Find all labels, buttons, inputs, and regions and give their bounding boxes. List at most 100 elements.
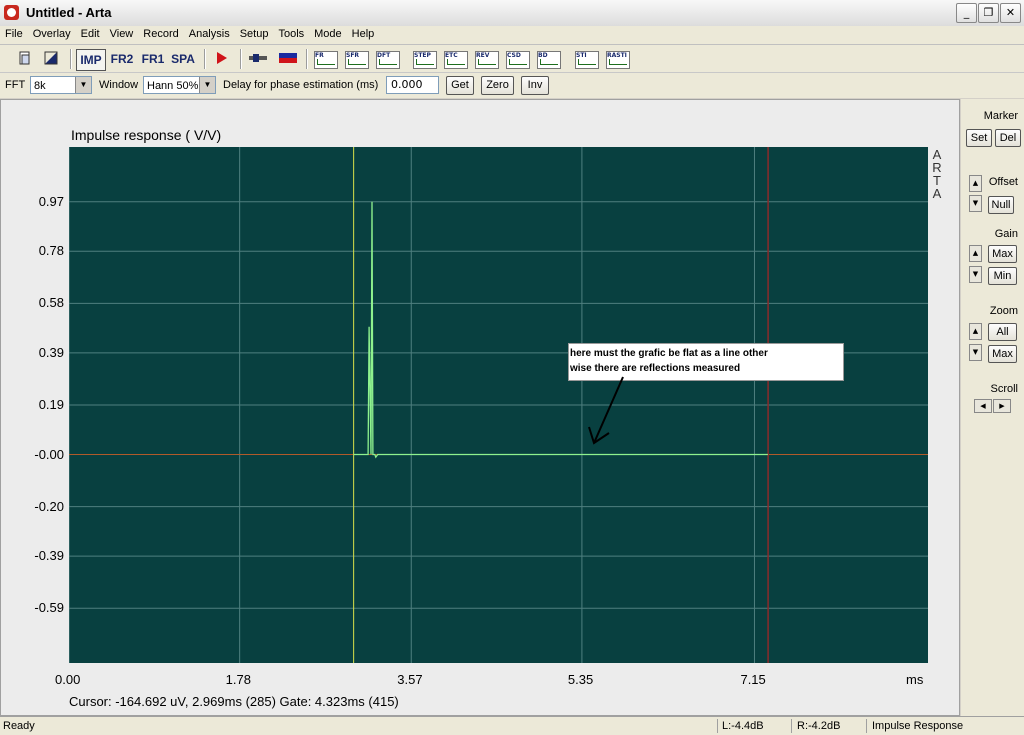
chevron-down-icon[interactable]: ▼: [199, 77, 215, 93]
analysis-settings-bar: FFT 8k ▼ Window Hann 50% ▼ Delay for pha…: [0, 73, 1024, 98]
y-tick-label: 0.97: [38, 193, 64, 209]
menu-view[interactable]: View: [105, 27, 139, 40]
graph-title: Impulse response ( V/V): [71, 127, 222, 143]
menu-setup[interactable]: Setup: [235, 27, 274, 40]
generator-icon[interactable]: [246, 49, 270, 71]
csd-mini-icon[interactable]: CSD: [506, 51, 530, 69]
marker-set-button[interactable]: Set: [966, 129, 992, 147]
menu-mode[interactable]: Mode: [309, 27, 347, 40]
window-select[interactable]: Hann 50% ▼: [143, 76, 216, 94]
etc-mini-icon[interactable]: ETC: [444, 51, 468, 69]
menu-bar: File Overlay Edit View Record Analysis Setup To…: [0, 26, 1024, 45]
offset-down-button[interactable]: ▼: [969, 195, 982, 212]
annotation-line: here must the grafic be flat as a line o…: [570, 348, 768, 359]
zoom-down-button[interactable]: ▼: [969, 344, 982, 361]
bd-mini-icon[interactable]: BD: [537, 51, 561, 69]
y-tick-label: 0.39: [38, 344, 64, 360]
spa-button[interactable]: SPA: [169, 49, 197, 69]
gain-max-button[interactable]: Max: [988, 245, 1017, 263]
toolbar: IMP FR2 FR1 SPA FR SFR DFT STEP ETC REV …: [0, 45, 1024, 73]
spectrum-icon[interactable]: [276, 49, 300, 71]
menu-help[interactable]: Help: [347, 27, 380, 40]
status-separator: [866, 719, 867, 733]
sti-mini-icon[interactable]: STI: [575, 51, 599, 69]
menu-file[interactable]: File: [0, 27, 28, 40]
menu-analysis[interactable]: Analysis: [184, 27, 235, 40]
window-label: Window: [99, 79, 139, 91]
x-axis-unit: ms: [906, 672, 924, 687]
offset-null-button[interactable]: Null: [988, 196, 1014, 214]
status-separator: [791, 719, 792, 733]
menu-record[interactable]: Record: [138, 27, 183, 40]
status-ready: Ready: [3, 720, 35, 732]
fft-size-value: 8k: [34, 80, 46, 92]
offset-label: Offset: [988, 176, 1018, 188]
open-file-icon[interactable]: [40, 49, 62, 71]
y-tick-label: -0.00: [34, 446, 64, 462]
marker-del-button[interactable]: Del: [995, 129, 1021, 147]
status-left-level: L:-4.4dB: [722, 720, 764, 732]
y-tick-label: -0.20: [34, 498, 64, 514]
fft-label: FFT: [5, 79, 26, 91]
zero-button[interactable]: Zero: [481, 76, 514, 95]
delay-label: Delay for phase estimation (ms): [223, 79, 379, 91]
fft-size-select[interactable]: 8k ▼: [30, 76, 92, 94]
chevron-down-icon[interactable]: ▼: [75, 77, 91, 93]
zoom-label: Zoom: [989, 305, 1018, 317]
zoom-max-button[interactable]: Max: [988, 345, 1017, 363]
imp-button[interactable]: IMP: [76, 49, 106, 71]
scroll-right-button[interactable]: ▶: [993, 399, 1011, 413]
status-right-level: R:-4.2dB: [797, 720, 841, 732]
fr1-button[interactable]: FR1: [139, 49, 167, 69]
y-tick-label: -0.59: [34, 600, 64, 616]
zoom-all-button[interactable]: All: [988, 323, 1017, 341]
arta-brand-label: A R T A: [930, 148, 944, 200]
x-tick-label: 5.35: [567, 672, 594, 687]
toolbar-separator: [204, 49, 206, 69]
gain-down-button[interactable]: ▼: [969, 266, 982, 283]
inv-button[interactable]: Inv: [521, 76, 549, 95]
title-bar: Untitled - Arta _ ❐ ✕: [0, 0, 1024, 27]
gain-min-button[interactable]: Min: [988, 267, 1017, 285]
impulse-response-plot[interactable]: [69, 147, 928, 663]
menu-tools[interactable]: Tools: [273, 27, 309, 40]
cursor-readout: Cursor: -164.692 uV, 2.969ms (285) Gate:…: [69, 694, 399, 709]
menu-overlay[interactable]: Overlay: [28, 27, 76, 40]
minimize-button[interactable]: _: [956, 3, 977, 23]
status-separator: [717, 719, 718, 733]
delay-input[interactable]: 0.000: [386, 76, 439, 94]
menu-edit[interactable]: Edit: [76, 27, 105, 40]
fr2-button[interactable]: FR2: [108, 49, 136, 69]
maximize-button[interactable]: ❐: [978, 3, 999, 23]
get-button[interactable]: Get: [446, 76, 474, 95]
x-tick-label: 1.78: [225, 672, 251, 687]
window-value: Hann 50%: [147, 80, 199, 92]
step-mini-icon[interactable]: STEP: [413, 51, 437, 69]
status-bar: Ready L:-4.4dB R:-4.2dB Impulse Response: [0, 716, 1024, 735]
gain-label: Gain: [994, 228, 1018, 240]
marker-label: Marker: [983, 110, 1018, 122]
fr-mini-icon[interactable]: FR: [314, 51, 338, 69]
record-play-icon[interactable]: [210, 49, 232, 71]
status-mode: Impulse Response: [872, 720, 964, 732]
annotation-line: wise there are reflections measured: [570, 363, 741, 374]
x-tick-label: 3.57: [397, 672, 423, 687]
x-tick-label: 0.00: [55, 672, 81, 687]
x-tick-label: 7.15: [740, 672, 766, 687]
rev-mini-icon[interactable]: REV: [475, 51, 499, 69]
rasti-mini-icon[interactable]: RASTI: [606, 51, 630, 69]
y-tick-label: -0.39: [34, 548, 64, 564]
annotation-arrow-icon: [588, 376, 624, 445]
scroll-label: Scroll: [990, 383, 1018, 395]
close-button[interactable]: ✕: [1000, 3, 1021, 23]
scroll-left-button[interactable]: ◀: [974, 399, 992, 413]
zoom-up-button[interactable]: ▲: [969, 323, 982, 340]
dft-mini-icon[interactable]: DFT: [376, 51, 400, 69]
toolbar-separator: [240, 49, 242, 69]
y-tick-label: 0.78: [38, 243, 64, 259]
sfr-mini-icon[interactable]: SFR: [345, 51, 369, 69]
arta-app-icon[interactable]: [4, 5, 19, 20]
y-tick-label: 0.58: [38, 295, 64, 311]
gain-up-button[interactable]: ▲: [969, 245, 982, 262]
new-file-icon[interactable]: [14, 49, 36, 71]
